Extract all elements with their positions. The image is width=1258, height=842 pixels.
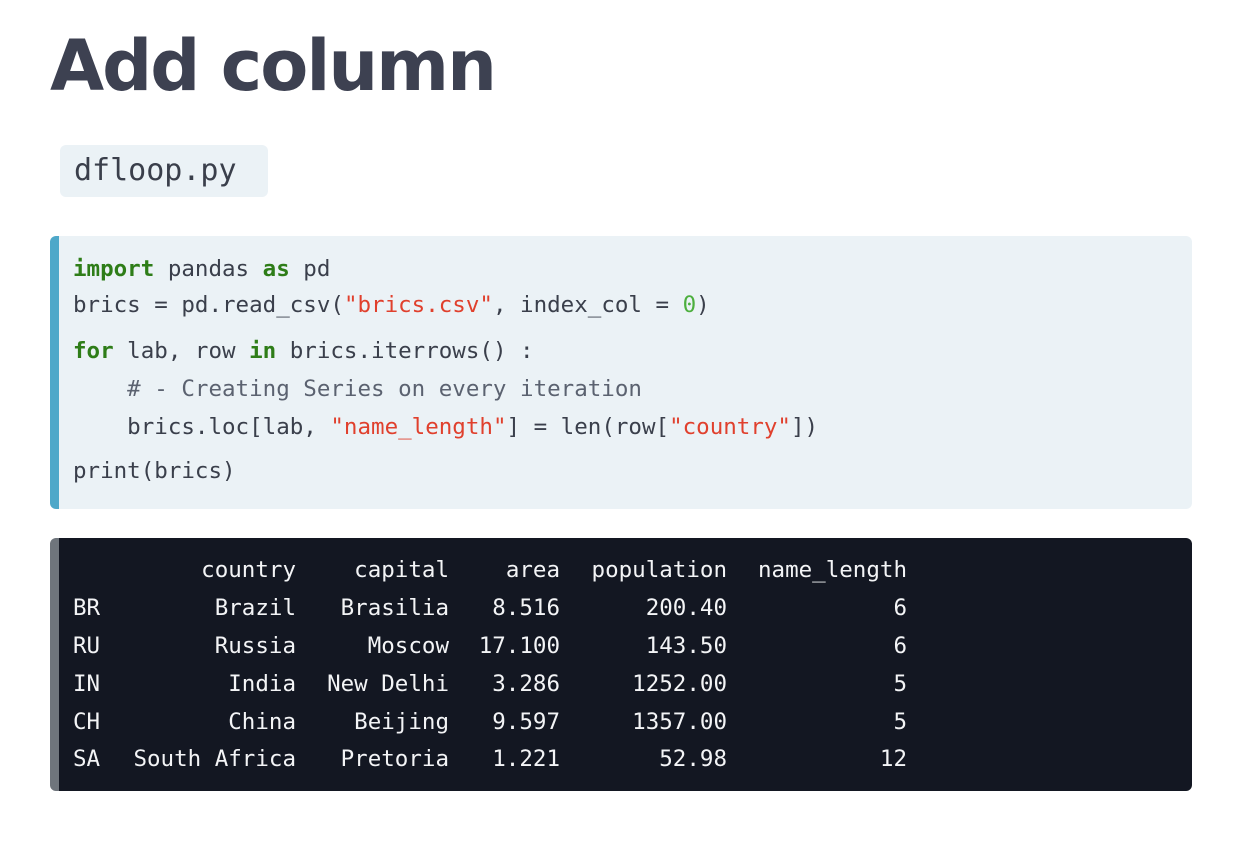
code-line-3: for lab, row in brics.iterrows() : xyxy=(73,336,534,366)
code-comment: # - Creating Series on every iteration xyxy=(73,376,642,402)
cell-name-length: 5 xyxy=(893,709,907,735)
code-line-5: brics.loc[lab, "name_length"] = len(row[… xyxy=(73,412,818,442)
code-text: lab, row xyxy=(113,338,250,364)
code-line-1: import pandas as pd xyxy=(73,254,330,284)
column-header-population: population xyxy=(591,557,727,583)
cell-population: 1252.00 xyxy=(632,671,727,697)
keyword-as: as xyxy=(262,256,290,282)
cell-country: China xyxy=(228,709,296,735)
column-header-country: country xyxy=(201,557,296,583)
cell-population: 143.50 xyxy=(645,633,727,659)
table-row: RU Russia Moscow 17.100 143.50 6 xyxy=(59,628,1159,664)
cell-area: 3.286 xyxy=(492,671,560,697)
cell-capital: New Delhi xyxy=(327,671,449,697)
keyword-import: import xyxy=(73,256,155,282)
row-index: RU xyxy=(73,633,101,659)
column-header-area: area xyxy=(505,557,560,583)
cell-country: South Africa xyxy=(133,746,296,772)
column-header-capital: capital xyxy=(354,557,449,583)
page-title: Add column xyxy=(50,25,497,107)
code-text: brics.loc[lab, xyxy=(73,414,331,440)
cell-capital: Pretoria xyxy=(340,746,449,772)
cell-area: 9.597 xyxy=(492,709,560,735)
string-literal: "country" xyxy=(669,414,791,440)
code-text: ] = len(row[ xyxy=(506,414,670,440)
table-row: SA South Africa Pretoria 1.221 52.98 12 xyxy=(59,741,1159,777)
cell-capital: Moscow xyxy=(367,633,449,659)
table-row: CH China Beijing 9.597 1357.00 5 xyxy=(59,704,1159,740)
cell-name-length: 12 xyxy=(879,746,907,772)
row-index: BR xyxy=(73,595,101,621)
keyword-in: in xyxy=(249,338,277,364)
code-line-2: brics = pd.read_csv("brics.csv", index_c… xyxy=(73,290,710,320)
column-header-name-length: name_length xyxy=(757,557,907,583)
cell-population: 1357.00 xyxy=(632,709,727,735)
code-text: pd xyxy=(289,256,331,282)
string-literal: "name_length" xyxy=(330,414,507,440)
keyword-for: for xyxy=(73,338,114,364)
code-text: pandas xyxy=(154,256,263,282)
cell-population: 52.98 xyxy=(659,746,727,772)
cell-country: Brazil xyxy=(214,595,296,621)
cell-name-length: 6 xyxy=(893,595,907,621)
cell-country: India xyxy=(228,671,296,697)
cell-name-length: 5 xyxy=(893,671,907,697)
table-header-row: country capital area population name_len… xyxy=(59,552,1159,588)
row-index: IN xyxy=(73,671,101,697)
cell-capital: Brasilia xyxy=(340,595,449,621)
table-row: IN India New Delhi 3.286 1252.00 5 xyxy=(59,666,1159,702)
cell-name-length: 6 xyxy=(893,633,907,659)
cell-area: 17.100 xyxy=(478,633,560,659)
cell-capital: Beijing xyxy=(354,709,449,735)
row-index: CH xyxy=(73,709,101,735)
cell-country: Russia xyxy=(214,633,296,659)
code-text: brics.iterrows() : xyxy=(276,338,534,364)
number-literal: 0 xyxy=(682,292,697,318)
code-line-6: print(brics) xyxy=(73,458,236,484)
console-output: country capital area population name_len… xyxy=(50,538,1192,791)
code-text: ) xyxy=(696,292,710,318)
code-text: ]) xyxy=(790,414,819,440)
code-block: import pandas as pd brics = pd.read_csv(… xyxy=(50,236,1192,509)
cell-population: 200.40 xyxy=(645,595,727,621)
row-index: SA xyxy=(73,746,101,772)
cell-area: 1.221 xyxy=(492,746,560,772)
file-name-label: dfloop.py xyxy=(60,145,268,197)
code-text: , index_col = xyxy=(492,292,683,318)
string-literal: "brics.csv" xyxy=(343,292,493,318)
table-row: BR Brazil Brasilia 8.516 200.40 6 xyxy=(59,590,1159,626)
code-text: brics = pd.read_csv( xyxy=(73,292,344,318)
cell-area: 8.516 xyxy=(492,595,560,621)
